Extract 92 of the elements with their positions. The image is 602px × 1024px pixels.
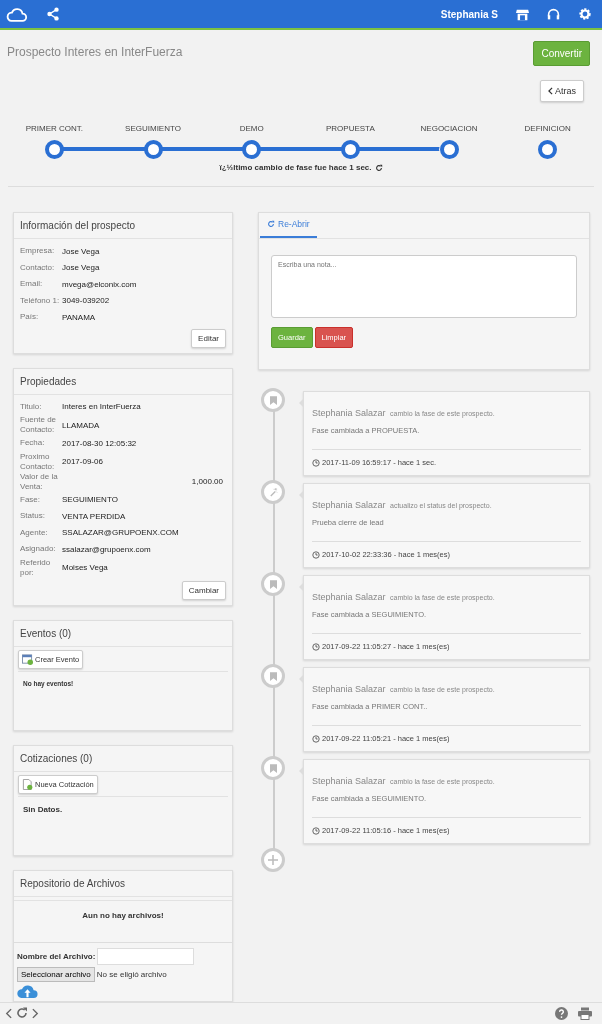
author-name: Stephania Salazar [312, 592, 386, 603]
author-name: Stephania Salazar [312, 500, 386, 511]
empty-message: Aun no hay archivos! [81, 910, 165, 920]
field-value: PANAMA [61, 312, 97, 322]
stage-label: DEMO [239, 124, 264, 134]
field-label: Teléfono 1: [20, 295, 61, 306]
field-value: Moises Vega [61, 563, 109, 573]
panel-title: Propiedades [14, 368, 232, 395]
field-label: Asignado: [20, 544, 57, 555]
field-value: 3049-039202 [61, 296, 111, 306]
field-value: VENTA PERDIDA [61, 511, 127, 521]
magic-wand-icon [268, 487, 278, 497]
store-icon[interactable] [516, 7, 529, 21]
field-value: 1,000.00 [190, 477, 224, 487]
bookmark-icon [269, 671, 277, 681]
forward-icon[interactable] [32, 1007, 39, 1019]
field-value: mvega@elconix.com [61, 279, 138, 289]
cloud-upload-icon[interactable] [17, 983, 38, 998]
field-label: Fecha: [20, 438, 46, 449]
field-value: ssalazar@grupoenx.com [61, 544, 152, 554]
field-value: Jose Vega [61, 246, 101, 256]
headset-icon[interactable] [547, 7, 560, 21]
cloud-icon[interactable] [6, 6, 28, 22]
settings-icon[interactable] [578, 7, 592, 21]
edit-button[interactable]: Editar [191, 328, 226, 348]
page-title: Prospecto Interes en InterFuerza [7, 45, 183, 60]
calendar-add-icon [22, 653, 33, 665]
no-file-text: No se eligió archivo [96, 969, 167, 979]
field-label: Valor de la Venta: [20, 471, 59, 492]
field-label: Empresa: [20, 246, 56, 257]
stage-label: PROPUESTA [325, 124, 375, 134]
field-label: Email: [20, 279, 44, 290]
share-icon[interactable] [46, 7, 60, 21]
clock-icon [312, 550, 320, 559]
clock-icon [312, 826, 320, 835]
field-value: SEGUIMIENTO [61, 495, 119, 505]
stage-node[interactable] [439, 139, 459, 159]
author-name: Stephania Salazar [312, 408, 386, 419]
field-value: Jose Vega [61, 263, 101, 273]
stage-label: NEGOCIACION [420, 124, 478, 134]
field-value: SSALAZAR@GRUPOENX.COM [61, 528, 180, 538]
print-icon[interactable] [578, 1006, 592, 1020]
change-button[interactable]: Cambiar [181, 580, 226, 600]
stage-node[interactable] [44, 139, 64, 159]
panel-title: Información del prospecto [14, 213, 232, 240]
field-value: 2017-09-06 [61, 457, 104, 467]
stage-node[interactable] [242, 139, 262, 159]
panel-title: Repositorio de Archivos [14, 870, 232, 897]
field-value: Interes en InterFuerza [61, 402, 142, 412]
chevron-left-icon [548, 87, 553, 96]
bookmark-icon [269, 579, 277, 589]
stage-node[interactable] [538, 139, 558, 159]
stage-label: PRIMER CONT. [25, 124, 83, 134]
refresh-icon [267, 220, 275, 229]
panel-title: Eventos (0) [14, 620, 232, 647]
help-icon[interactable] [555, 1006, 568, 1020]
file-name-label: Nombre del Archivo: [17, 951, 96, 961]
author-name: Stephania Salazar [312, 776, 386, 787]
clock-icon [312, 642, 320, 651]
reload-icon[interactable] [16, 1007, 28, 1020]
field-label: Status: [20, 511, 46, 522]
clock-icon [312, 734, 320, 743]
author-name: Stephania Salazar [312, 684, 386, 695]
field-label: Referido por: [20, 557, 52, 578]
select-file-button[interactable]: Seleccionar archivo [17, 966, 95, 982]
file-name-field[interactable] [97, 947, 195, 965]
panel-title: Cotizaciones (0) [14, 745, 232, 772]
back-icon[interactable] [5, 1007, 12, 1019]
bookmark-icon [269, 395, 277, 405]
stage-node[interactable] [143, 139, 163, 159]
document-add-icon [22, 778, 33, 790]
field-label: Agente: [20, 527, 49, 538]
back-button[interactable]: Atras [540, 80, 584, 103]
reopen-tab[interactable]: Re-Abrir [260, 213, 317, 239]
user-menu[interactable]: Stephania S [440, 8, 498, 20]
refresh-icon[interactable] [374, 163, 383, 172]
stage-label: SEGUIMIENTO [125, 124, 181, 134]
field-value: LLAMADA [61, 420, 101, 430]
field-label: Fase: [20, 494, 41, 505]
field-label: Titulo: [20, 401, 43, 412]
clock-icon [312, 458, 320, 467]
plus-icon [268, 855, 278, 866]
field-label: Contacto: [20, 262, 56, 273]
empty-message: Sin Datos. [22, 804, 64, 814]
stage-label: DEFINICION [524, 124, 571, 134]
stage-node[interactable] [340, 139, 360, 159]
field-value: 2017-08-30 12:05:32 [61, 438, 138, 448]
field-label: País: [20, 312, 40, 323]
field-label: Proximo Contacto: [20, 451, 56, 472]
last-change-text: ï¿½ltimo cambio de fase fue hace 1 sec. [219, 163, 372, 173]
bookmark-icon [269, 763, 277, 773]
field-label: Fuente de Contacto: [20, 415, 58, 436]
